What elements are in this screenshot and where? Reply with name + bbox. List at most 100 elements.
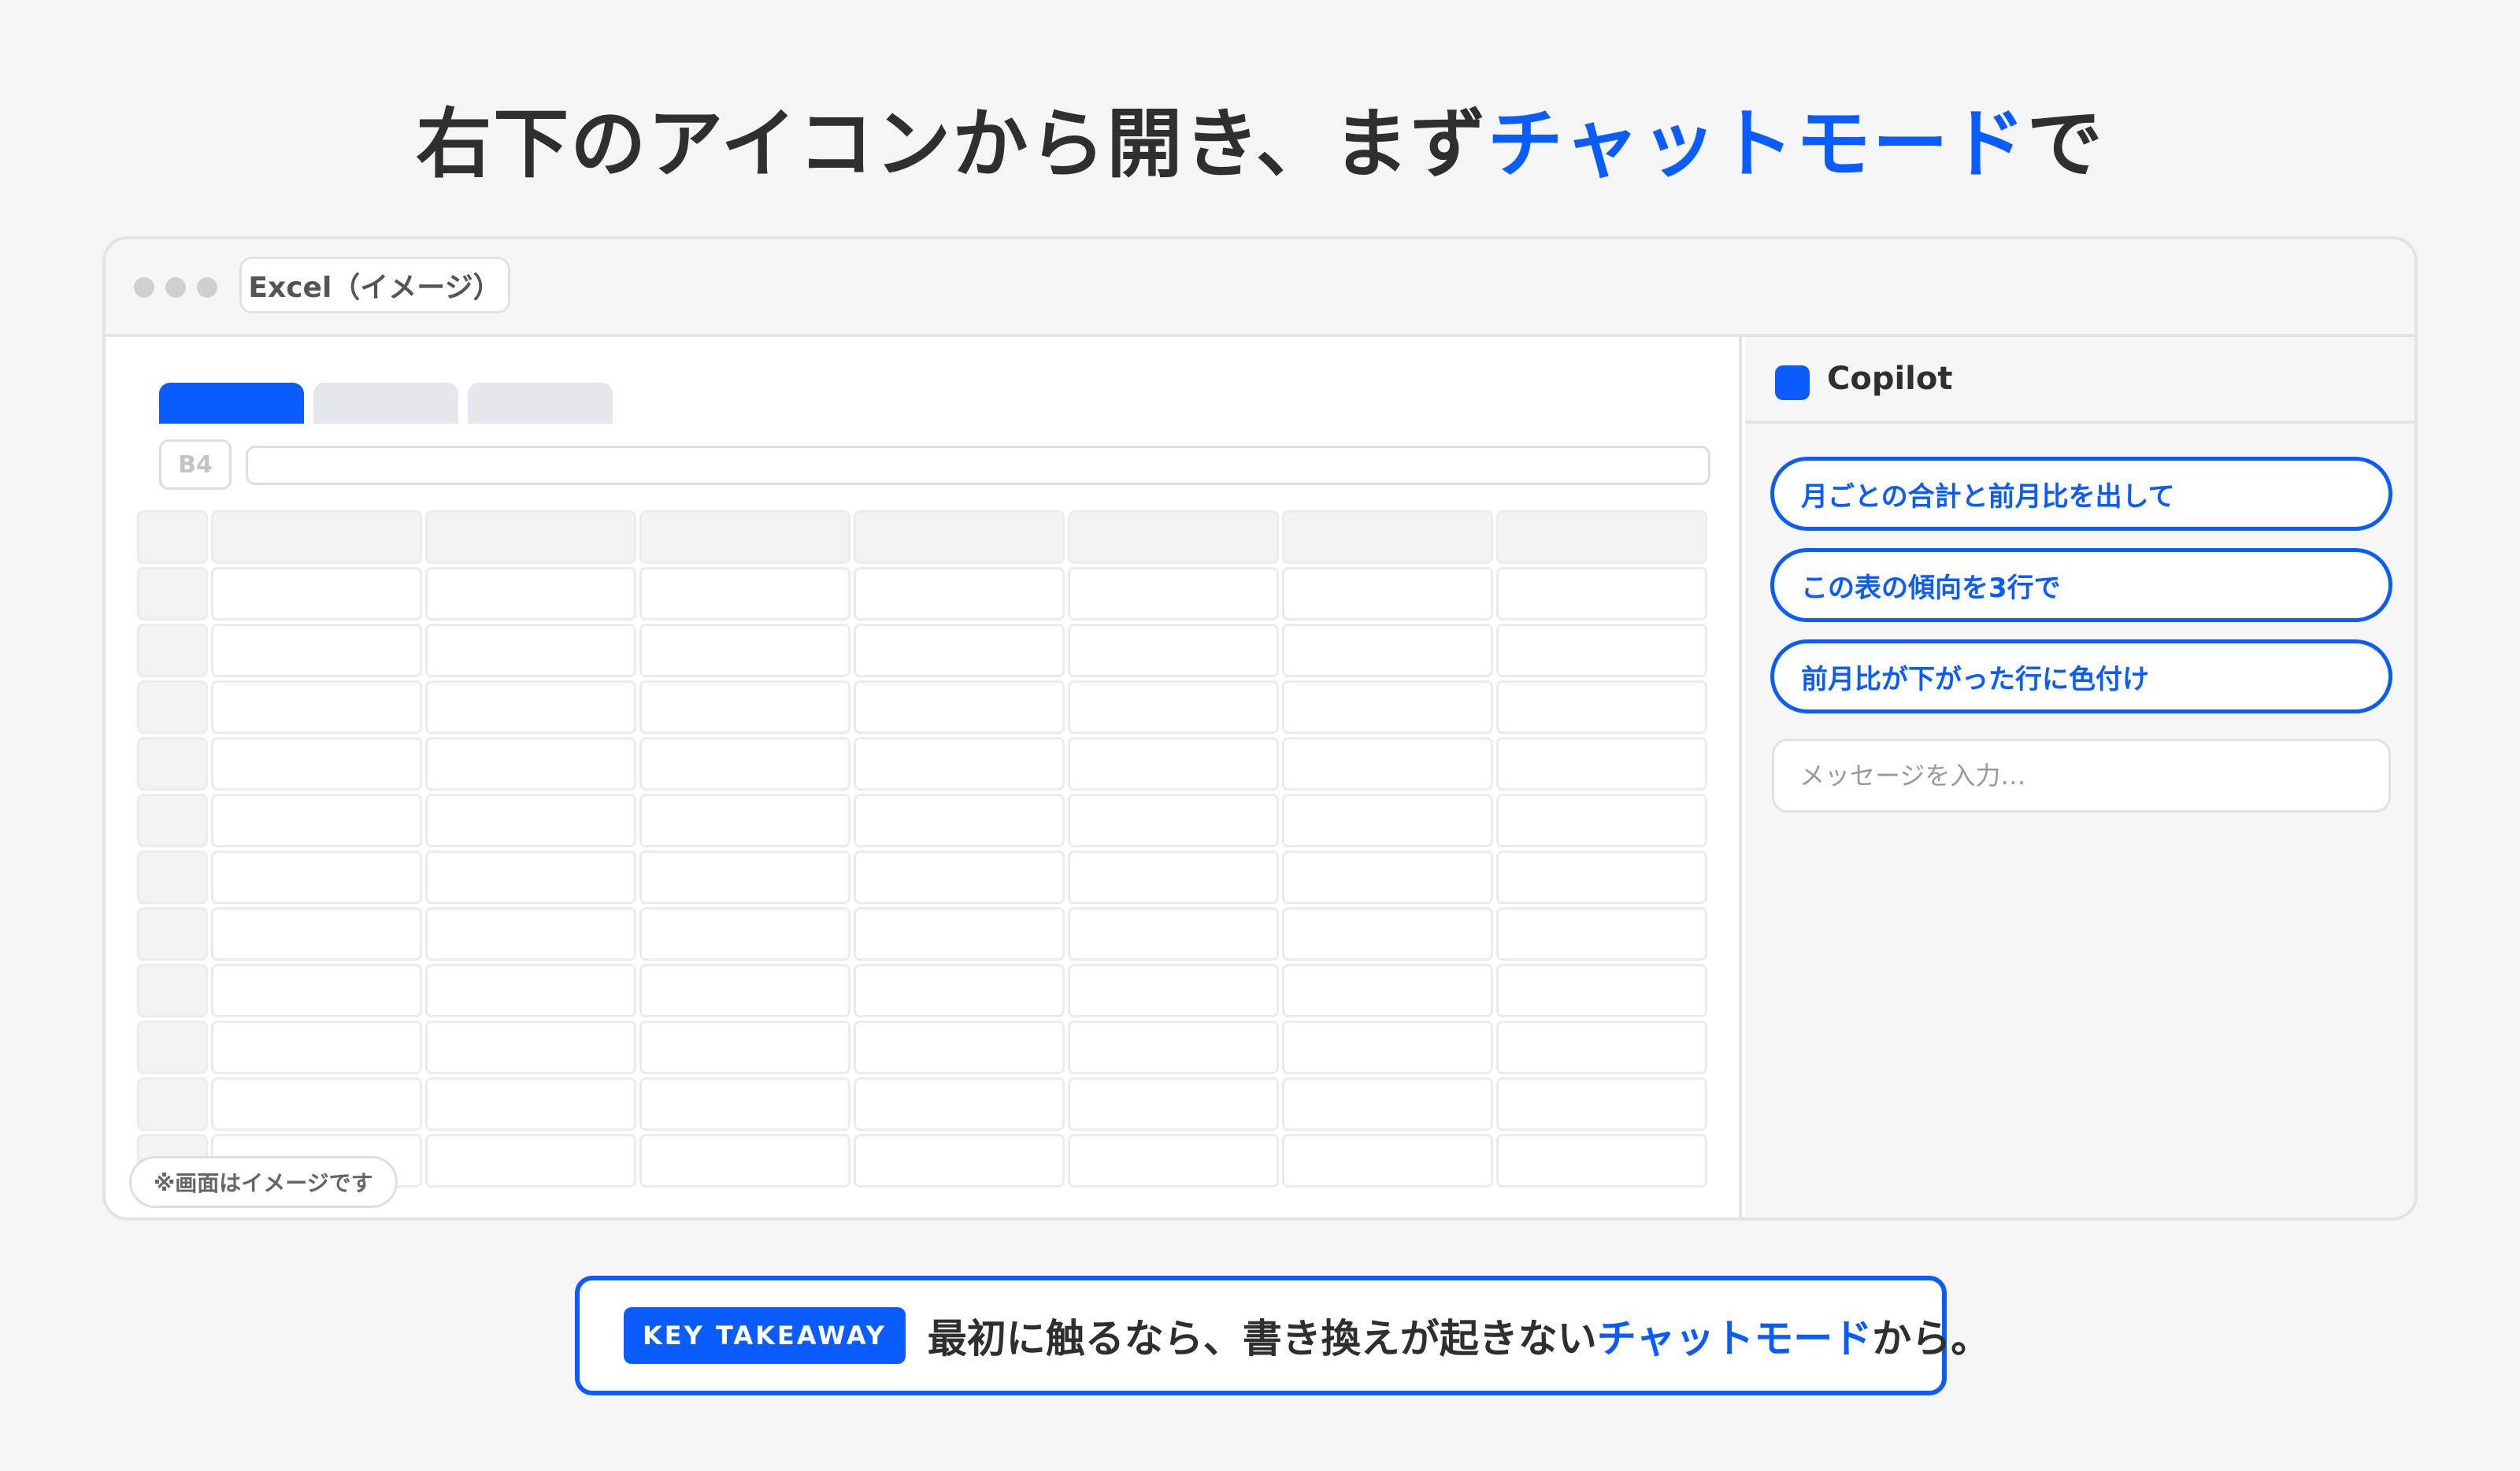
grid-cell[interactable] xyxy=(1282,624,1493,677)
grid-cell[interactable] xyxy=(1282,1077,1493,1131)
row-header-cell[interactable] xyxy=(137,1077,208,1131)
grid-cell[interactable] xyxy=(211,794,422,847)
grid-cell[interactable] xyxy=(1496,850,1707,904)
grid-cell[interactable] xyxy=(854,794,1065,847)
grid-cell[interactable] xyxy=(1068,1134,1279,1188)
message-input[interactable] xyxy=(1772,739,2391,813)
grid-cell[interactable] xyxy=(639,1021,850,1074)
row-header-cell[interactable] xyxy=(137,964,208,1017)
row-header-cell[interactable] xyxy=(137,1021,208,1074)
sheet-tab[interactable] xyxy=(313,383,458,424)
grid-cell[interactable] xyxy=(854,850,1065,904)
grid-cell[interactable] xyxy=(1496,964,1707,1017)
column-header-cell[interactable] xyxy=(1068,510,1279,564)
grid-cell[interactable] xyxy=(211,964,422,1017)
grid-cell[interactable] xyxy=(1282,964,1493,1017)
grid-cell[interactable] xyxy=(1282,907,1493,961)
grid-cell[interactable] xyxy=(1496,794,1707,847)
grid-cell[interactable] xyxy=(854,1021,1065,1074)
grid-cell[interactable] xyxy=(854,737,1065,791)
grid-cell[interactable] xyxy=(639,1077,850,1131)
grid-cell[interactable] xyxy=(1068,1021,1279,1074)
grid-cell[interactable] xyxy=(639,1134,850,1188)
grid-cell[interactable] xyxy=(1282,794,1493,847)
grid-cell[interactable] xyxy=(211,680,422,734)
grid-cell[interactable] xyxy=(639,907,850,961)
grid-cell[interactable] xyxy=(854,907,1065,961)
grid-cell[interactable] xyxy=(1068,794,1279,847)
grid-cell[interactable] xyxy=(211,567,422,621)
grid-cell[interactable] xyxy=(1282,1021,1493,1074)
row-header-cell[interactable] xyxy=(137,907,208,961)
grid-cell[interactable] xyxy=(1282,737,1493,791)
grid-cell[interactable] xyxy=(211,907,422,961)
grid-cell[interactable] xyxy=(854,1077,1065,1131)
grid-cell[interactable] xyxy=(425,567,636,621)
grid-cell[interactable] xyxy=(425,624,636,677)
grid-cell[interactable] xyxy=(425,1134,636,1188)
grid-cell[interactable] xyxy=(1282,1134,1493,1188)
sheet-tab-active[interactable] xyxy=(159,383,304,424)
grid-cell[interactable] xyxy=(639,850,850,904)
grid-cell[interactable] xyxy=(1496,567,1707,621)
suggestion-chip-trend[interactable]: この表の傾向を3行で xyxy=(1770,548,2392,622)
column-header-cell[interactable] xyxy=(1496,510,1707,564)
grid-cell[interactable] xyxy=(854,567,1065,621)
cell-reference-box[interactable]: B4 xyxy=(159,439,232,490)
grid-cell[interactable] xyxy=(854,1134,1065,1188)
grid-cell[interactable] xyxy=(425,737,636,791)
grid-cell[interactable] xyxy=(1068,907,1279,961)
row-header-cell[interactable] xyxy=(137,680,208,734)
grid-cell[interactable] xyxy=(211,737,422,791)
grid-cell[interactable] xyxy=(854,624,1065,677)
grid-cell[interactable] xyxy=(1496,624,1707,677)
grid-cell[interactable] xyxy=(425,680,636,734)
grid-cell[interactable] xyxy=(211,624,422,677)
grid-cell[interactable] xyxy=(1068,624,1279,677)
grid-cell[interactable] xyxy=(1496,1021,1707,1074)
grid-cell[interactable] xyxy=(854,964,1065,1017)
grid-cell[interactable] xyxy=(639,964,850,1017)
grid-cell[interactable] xyxy=(425,1021,636,1074)
row-header-cell[interactable] xyxy=(137,567,208,621)
row-header-cell[interactable] xyxy=(137,850,208,904)
row-header-cell[interactable] xyxy=(137,794,208,847)
column-header-cell[interactable] xyxy=(425,510,636,564)
grid-cell[interactable] xyxy=(211,1021,422,1074)
grid-cell[interactable] xyxy=(425,794,636,847)
grid-cell[interactable] xyxy=(1282,680,1493,734)
grid-cell[interactable] xyxy=(639,737,850,791)
grid-cell[interactable] xyxy=(1068,964,1279,1017)
grid-cell[interactable] xyxy=(425,1077,636,1131)
grid-cell[interactable] xyxy=(425,907,636,961)
grid-cell[interactable] xyxy=(1496,1077,1707,1131)
grid-cell[interactable] xyxy=(1496,907,1707,961)
column-header-cell[interactable] xyxy=(639,510,850,564)
formula-bar[interactable] xyxy=(246,446,1710,485)
column-header-cell[interactable] xyxy=(211,510,422,564)
grid-cell[interactable] xyxy=(1496,680,1707,734)
grid-cell[interactable] xyxy=(1496,1134,1707,1188)
suggestion-chip-highlight[interactable]: 前月比が下がった行に色付け xyxy=(1770,639,2392,713)
grid-cell[interactable] xyxy=(1496,737,1707,791)
grid-cell[interactable] xyxy=(1282,567,1493,621)
column-header-cell[interactable] xyxy=(137,510,208,564)
grid-cell[interactable] xyxy=(639,794,850,847)
grid-cell[interactable] xyxy=(639,624,850,677)
grid-cell[interactable] xyxy=(639,567,850,621)
grid-cell[interactable] xyxy=(1068,737,1279,791)
grid-cell[interactable] xyxy=(425,850,636,904)
grid-cell[interactable] xyxy=(425,964,636,1017)
grid-cell[interactable] xyxy=(1068,680,1279,734)
grid-cell[interactable] xyxy=(211,850,422,904)
grid-cell[interactable] xyxy=(1068,567,1279,621)
grid-cell[interactable] xyxy=(639,680,850,734)
grid-cell[interactable] xyxy=(854,680,1065,734)
window-tab[interactable]: Excel（イメージ） xyxy=(239,257,510,313)
column-header-cell[interactable] xyxy=(854,510,1065,564)
column-header-cell[interactable] xyxy=(1282,510,1493,564)
suggestion-chip-monthly-total[interactable]: 月ごとの合計と前月比を出して xyxy=(1770,457,2392,531)
grid-cell[interactable] xyxy=(1068,1077,1279,1131)
grid-cell[interactable] xyxy=(1068,850,1279,904)
grid-cell[interactable] xyxy=(211,1077,422,1131)
